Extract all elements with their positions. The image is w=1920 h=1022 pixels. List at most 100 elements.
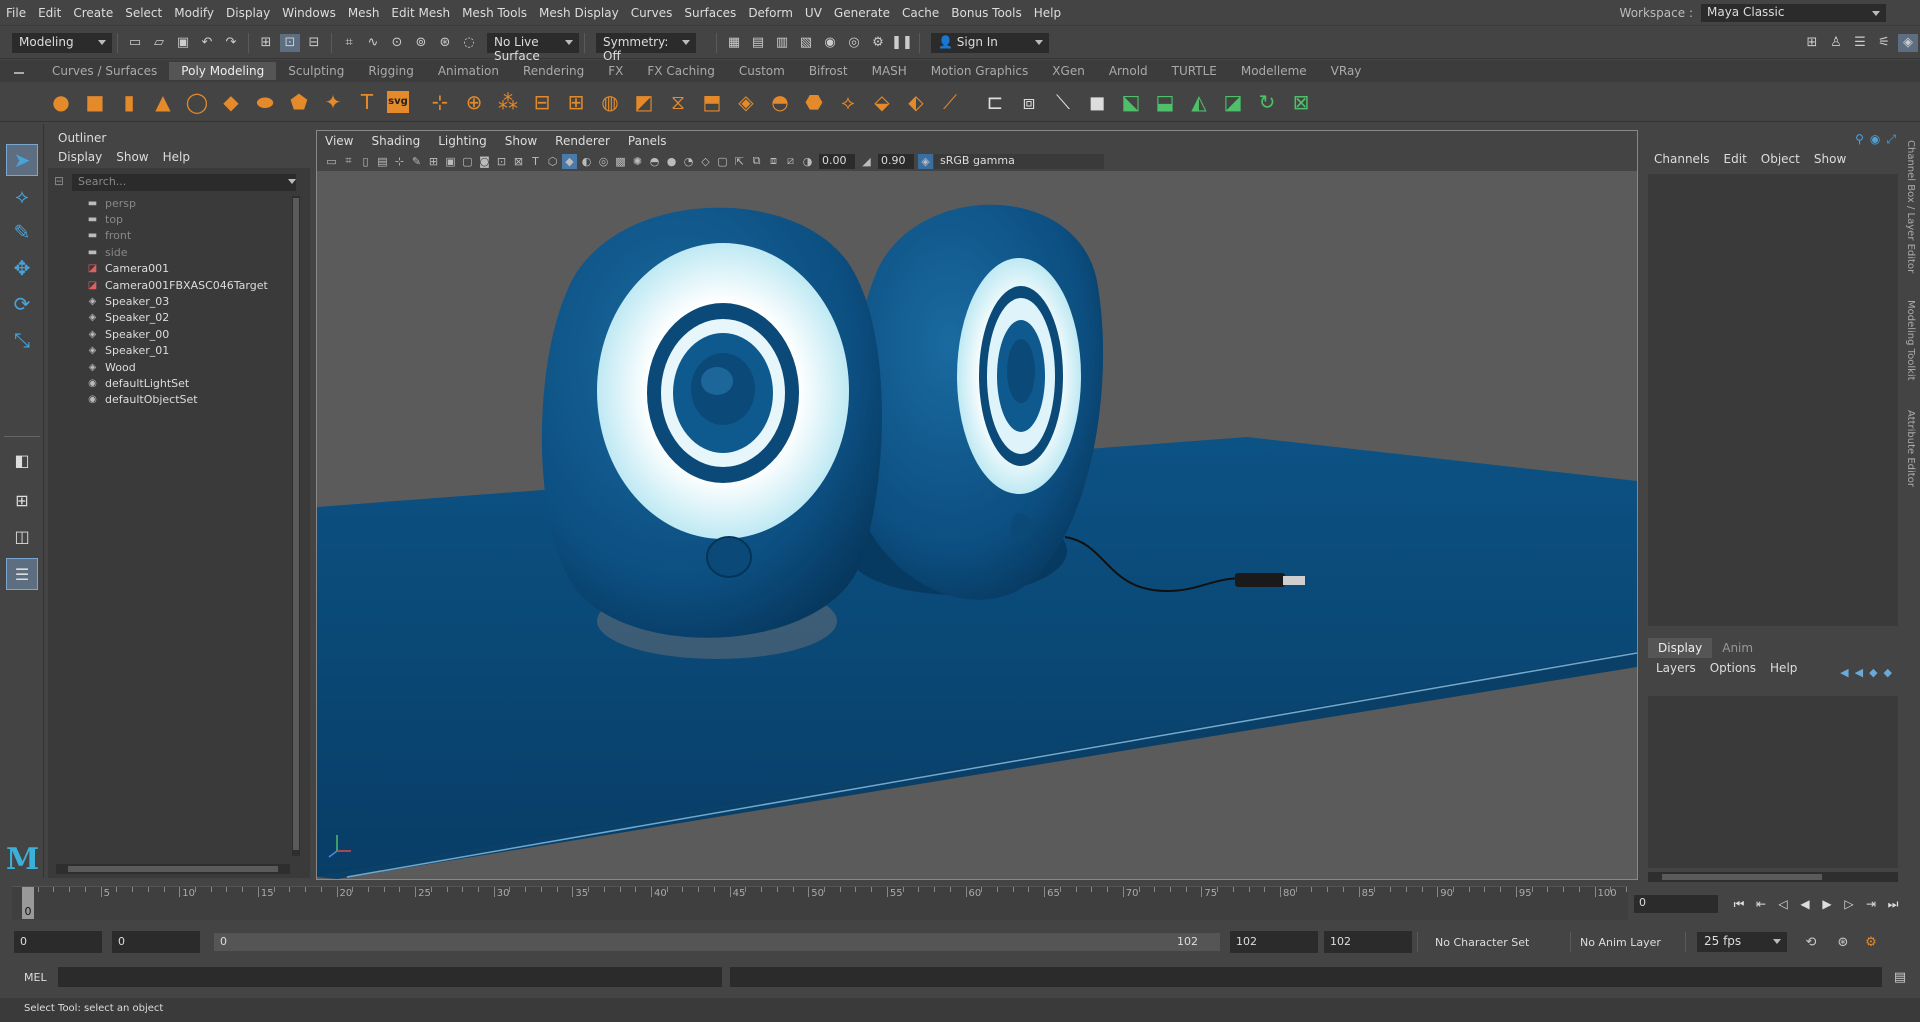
workspace-dropdown[interactable]: Maya Classic: [1701, 4, 1886, 22]
character-set-dropdown[interactable]: No Character Set: [1435, 936, 1565, 949]
mirror-icon[interactable]: ◩: [630, 88, 658, 116]
layer-tab-display[interactable]: Display: [1648, 638, 1713, 658]
outliner-item[interactable]: ◈ Speaker_01: [86, 342, 170, 360]
cube-icon[interactable]: ■: [81, 88, 109, 116]
gamma-icon[interactable]: ◢: [859, 154, 874, 169]
menu-windows[interactable]: Windows: [276, 6, 342, 20]
channel-box-menu-edit[interactable]: Edit: [1724, 152, 1747, 166]
isolate-select-icon[interactable]: ⇱: [732, 154, 747, 169]
separate-icon[interactable]: ⊞: [562, 88, 590, 116]
go-to-start-icon[interactable]: ⏮: [1728, 895, 1750, 913]
menu-curves[interactable]: Curves: [625, 6, 679, 20]
viewport-menu-shading[interactable]: Shading: [371, 134, 420, 148]
shelf-tab-fx-caching[interactable]: FX Caching: [635, 62, 726, 80]
sphere-icon[interactable]: ●: [47, 88, 75, 116]
cleanup-icon[interactable]: ⬓: [1151, 88, 1179, 116]
select-component-icon[interactable]: ⊟: [304, 34, 324, 52]
viewport-menu-view[interactable]: View: [325, 134, 353, 148]
anim-layer-dropdown[interactable]: No Anim Layer: [1580, 936, 1680, 949]
shelf-tab-rendering[interactable]: Rendering: [511, 62, 596, 80]
play-forwards-icon[interactable]: ▶: [1816, 895, 1838, 913]
target-weld-icon[interactable]: ⧈: [1015, 88, 1043, 116]
triangulate-icon[interactable]: ◭: [1185, 88, 1213, 116]
torus-icon[interactable]: ◯: [183, 88, 211, 116]
script-editor-icon[interactable]: ▤: [1890, 968, 1910, 986]
use-lights-icon[interactable]: ✺: [630, 154, 645, 169]
reduce-icon[interactable]: ⬕: [1117, 88, 1145, 116]
end-time-field[interactable]: 102: [1230, 931, 1318, 953]
toggle-modeling-toolkit-icon[interactable]: ⊞: [1802, 34, 1822, 52]
four-view-icon[interactable]: ⊞: [6, 484, 38, 516]
filter-icon[interactable]: ⊟: [54, 174, 68, 190]
outliner-hscrollbar[interactable]: [56, 864, 290, 874]
pause-icon[interactable]: ❚❚: [891, 34, 913, 52]
step-forward-frame-icon[interactable]: ▷: [1838, 895, 1860, 913]
menu-mesh-display[interactable]: Mesh Display: [533, 6, 625, 20]
channel-box-toggle-icon[interactable]: ⚲: [1855, 132, 1864, 147]
outliner-menu-help[interactable]: Help: [163, 150, 190, 166]
move-layer-up-icon[interactable]: ◀: [1840, 666, 1848, 679]
viewport-scene[interactable]: [317, 171, 1638, 879]
shelf-tab-poly-modeling[interactable]: Poly Modeling: [169, 62, 277, 80]
rotate-tool-icon[interactable]: ⟳: [6, 288, 38, 320]
shelf-tab-fx[interactable]: FX: [596, 62, 635, 80]
menu-bonus-tools[interactable]: Bonus Tools: [945, 6, 1027, 20]
shelf-tab-mash[interactable]: MASH: [860, 62, 919, 80]
shelf-tab-custom[interactable]: Custom: [727, 62, 797, 80]
lasso-tool-icon[interactable]: ⟡: [6, 180, 38, 212]
menu-cache[interactable]: Cache: [896, 6, 945, 20]
render-settings-icon[interactable]: ▧: [796, 34, 816, 52]
snap-view-icon[interactable]: ⊚: [411, 34, 431, 52]
animation-start-field[interactable]: 0: [112, 931, 200, 953]
viewport-menu-lighting[interactable]: Lighting: [438, 134, 487, 148]
menu-help[interactable]: Help: [1028, 6, 1067, 20]
undo-icon[interactable]: ↶: [197, 34, 217, 52]
side-tab-modeling-toolkit[interactable]: Modeling Toolkit: [1905, 300, 1916, 381]
layer-menu-layers[interactable]: Layers: [1656, 661, 1696, 675]
svg-icon[interactable]: svg: [387, 90, 409, 113]
snap-grid-icon[interactable]: ⌗: [339, 34, 359, 52]
time-ruler[interactable]: 5 10 15 20 25 30 35 40 45 50 55 60 65 70 75 80 85 90 95 100: [22, 887, 1627, 921]
outliner-item[interactable]: ◪ Camera001FBXASC046Target: [86, 276, 268, 294]
view-transform-dropdown[interactable]: sRGB gamma: [934, 153, 1104, 169]
shelf-tab-turtle[interactable]: TURTLE: [1160, 62, 1229, 80]
menu-uv[interactable]: UV: [799, 6, 828, 20]
layer-tab-anim[interactable]: Anim: [1712, 638, 1763, 658]
symmetry-dropdown[interactable]: Symmetry: Off: [596, 32, 696, 63]
shelf-tab-motion-graphics[interactable]: Motion Graphics: [919, 62, 1041, 80]
outliner-item[interactable]: ◪ Camera001: [86, 260, 169, 278]
gate-mask-icon[interactable]: ◙: [477, 154, 492, 169]
layer-menu-options[interactable]: Options: [1710, 661, 1756, 675]
outliner-item[interactable]: ▬ side: [86, 243, 128, 261]
side-tab-channel-box[interactable]: Channel Box / Layer Editor: [1905, 140, 1916, 273]
bookmark-icon[interactable]: ▯: [358, 154, 373, 169]
2d-pan-zoom-icon[interactable]: ⊹: [392, 154, 407, 169]
anti-alias-icon[interactable]: ◇: [698, 154, 713, 169]
search-options-icon[interactable]: [288, 179, 296, 188]
channel-box-menu-channels[interactable]: Channels: [1654, 152, 1710, 166]
outliner-item[interactable]: ◈ Speaker_02: [86, 309, 170, 327]
move-tool-icon[interactable]: ✥: [6, 252, 38, 284]
new-layer-selected-icon[interactable]: ◆: [1884, 666, 1892, 679]
safe-title-icon[interactable]: T: [528, 154, 543, 169]
extrude-icon[interactable]: ⬒: [698, 88, 726, 116]
step-back-key-icon[interactable]: ⇤: [1750, 895, 1772, 913]
edge-loop-icon[interactable]: ⊏: [981, 88, 1009, 116]
tools-icon[interactable]: ⚙: [868, 34, 888, 52]
command-language-label[interactable]: MEL: [0, 971, 58, 984]
star-icon[interactable]: ✦: [319, 88, 347, 116]
scale-tool-icon[interactable]: ⤡: [6, 324, 38, 356]
outliner-item[interactable]: ◈ Speaker_03: [86, 292, 170, 310]
color-management-icon[interactable]: ◈: [918, 153, 933, 169]
live-surface-field[interactable]: No Live Surface: [487, 32, 579, 63]
shelf-tab-sculpting[interactable]: Sculpting: [276, 62, 356, 80]
step-forward-key-icon[interactable]: ⇥: [1860, 895, 1882, 913]
image-plane-icon[interactable]: ▤: [375, 154, 390, 169]
shelf-tab-arnold[interactable]: Arnold: [1097, 62, 1160, 80]
ipr-render-icon[interactable]: ▥: [772, 34, 792, 52]
film-gate-icon[interactable]: ▣: [443, 154, 458, 169]
outliner-item[interactable]: ◈ Speaker_00: [86, 325, 170, 343]
shelf-tab-modelleme[interactable]: Modelleme: [1229, 62, 1319, 80]
menu-set-dropdown[interactable]: Modeling: [12, 32, 112, 53]
xray-icon[interactable]: ⧉: [749, 154, 764, 169]
